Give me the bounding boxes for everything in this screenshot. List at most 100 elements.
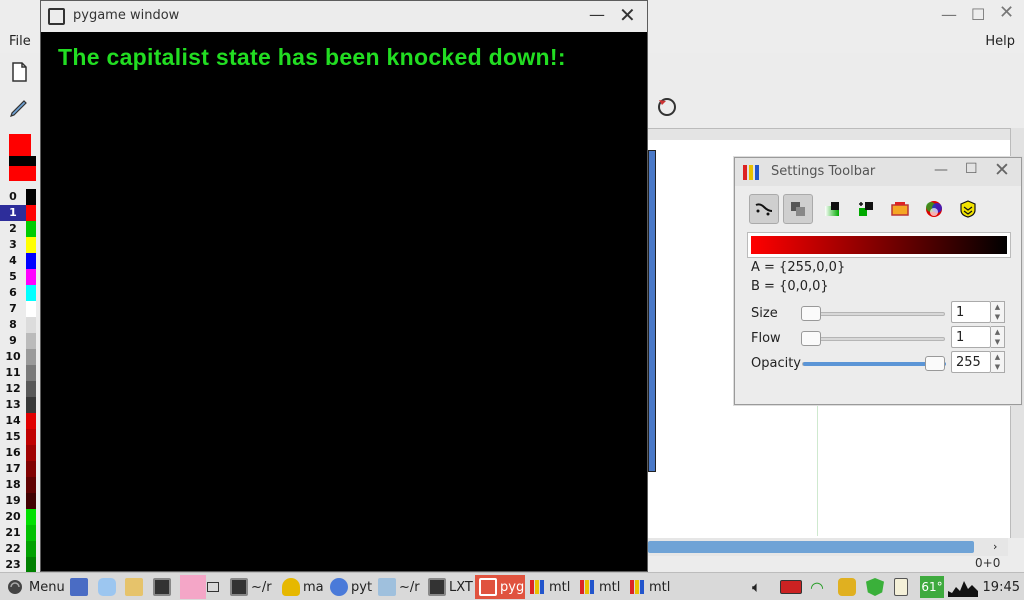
pygame-surface[interactable]: The capitalist state has been knocked do… bbox=[43, 32, 643, 571]
size-spin-arrows[interactable]: ▲ ▼ bbox=[991, 301, 1005, 323]
palette-entry[interactable]: 19 bbox=[0, 493, 38, 509]
palette-swatch[interactable] bbox=[26, 285, 36, 301]
palette-swatch[interactable] bbox=[26, 317, 36, 333]
pygame-window[interactable]: pygame window — ✕ The capitalist state h… bbox=[40, 0, 648, 572]
clipboard-button[interactable] bbox=[894, 575, 911, 599]
color-a-swatch[interactable] bbox=[9, 134, 31, 156]
palette-swatch[interactable] bbox=[26, 413, 36, 429]
paintbrush-icon[interactable] bbox=[7, 96, 31, 120]
palette-entry[interactable]: 17 bbox=[0, 461, 38, 477]
palette-entry[interactable]: 7 bbox=[0, 301, 38, 317]
palette-entry[interactable]: 21 bbox=[0, 525, 38, 541]
palette-entry[interactable]: 13 bbox=[0, 397, 38, 413]
scroll-right-icon[interactable]: › bbox=[993, 540, 997, 553]
palette-swatch[interactable] bbox=[26, 541, 36, 557]
flow-slider[interactable] bbox=[801, 331, 945, 346]
palette-swatch[interactable] bbox=[26, 189, 36, 205]
opacity-spin-arrows[interactable]: ▲ ▼ bbox=[991, 351, 1005, 373]
show-desktop-button[interactable] bbox=[70, 575, 91, 599]
rotate-tool-icon[interactable] bbox=[654, 94, 680, 120]
size-slider-thumb[interactable] bbox=[801, 306, 821, 321]
taskbar-item-ma[interactable]: ma bbox=[282, 575, 324, 599]
flow-spin-arrows[interactable]: ▲ ▼ bbox=[991, 326, 1005, 348]
palette-entry[interactable]: 16 bbox=[0, 445, 38, 461]
palette-entry[interactable]: 5 bbox=[0, 269, 38, 285]
palette-swatch[interactable] bbox=[26, 301, 36, 317]
maximize-icon[interactable]: ☐ bbox=[965, 161, 978, 177]
horizontal-scroll-thumb[interactable] bbox=[648, 541, 974, 553]
pygame-titlebar[interactable]: pygame window — ✕ bbox=[41, 1, 647, 32]
palette-entry[interactable]: 0 bbox=[0, 189, 38, 205]
palette-entry[interactable]: 10 bbox=[0, 349, 38, 365]
opacity-slider-thumb[interactable] bbox=[925, 356, 945, 371]
network-button[interactable]: ◠ bbox=[810, 575, 824, 599]
battery-button[interactable] bbox=[780, 575, 805, 599]
size-spinbox[interactable]: 1 bbox=[951, 301, 991, 323]
palette-entry[interactable]: 3 bbox=[0, 237, 38, 253]
palette-swatch[interactable] bbox=[26, 381, 36, 397]
palette-entry[interactable]: 8 bbox=[0, 317, 38, 333]
palette-entry[interactable]: 20 bbox=[0, 509, 38, 525]
palette-entry[interactable]: 1 bbox=[0, 205, 38, 221]
taskbar-item-lxterminal[interactable]: LXT bbox=[428, 575, 473, 599]
clock[interactable]: 19:45 bbox=[983, 575, 1020, 599]
workspace-2[interactable] bbox=[207, 575, 225, 599]
storage-button[interactable] bbox=[838, 575, 859, 599]
palette-swatch[interactable] bbox=[26, 461, 36, 477]
close-icon[interactable]: ✕ bbox=[999, 2, 1014, 23]
palette-swatch[interactable] bbox=[26, 493, 36, 509]
colour-mode-button[interactable] bbox=[919, 194, 949, 224]
taskbar-item-image[interactable]: ~/r bbox=[378, 575, 420, 599]
security-button[interactable] bbox=[866, 575, 887, 599]
palette-swatch[interactable] bbox=[26, 365, 36, 381]
launcher-terminal[interactable] bbox=[153, 575, 174, 599]
minimize-icon[interactable]: — bbox=[589, 5, 605, 24]
palette-swatch[interactable] bbox=[26, 557, 36, 573]
mask-mode-button[interactable] bbox=[851, 194, 881, 224]
volume-button[interactable]: 🔈︎ bbox=[752, 575, 761, 599]
new-file-icon[interactable] bbox=[7, 60, 31, 84]
continuous-mode-button[interactable] bbox=[749, 194, 779, 224]
taskbar-item-mtpaint-2[interactable]: mtl bbox=[578, 575, 620, 599]
palette-swatch[interactable] bbox=[26, 253, 36, 269]
size-slider[interactable] bbox=[801, 306, 945, 321]
palette-entry[interactable]: 22 bbox=[0, 541, 38, 557]
palette-swatch[interactable] bbox=[26, 333, 36, 349]
launcher-files[interactable] bbox=[125, 575, 146, 599]
settings-titlebar[interactable]: Settings Toolbar — ☐ ✕ bbox=[735, 158, 1021, 186]
palette-entry[interactable]: 2 bbox=[0, 221, 38, 237]
palette-swatch[interactable] bbox=[26, 205, 36, 221]
taskbar-item-python[interactable]: pyt bbox=[330, 575, 372, 599]
palette-entry[interactable]: 12 bbox=[0, 381, 38, 397]
palette-swatch[interactable] bbox=[26, 349, 36, 365]
palette-entry[interactable]: 9 bbox=[0, 333, 38, 349]
settings-toolbar-window[interactable]: Settings Toolbar — ☐ ✕ A = {255,0,0} B =… bbox=[734, 157, 1022, 405]
palette-entry[interactable]: 4 bbox=[0, 253, 38, 269]
menu-help[interactable]: Help bbox=[985, 34, 1015, 49]
palette-swatch[interactable] bbox=[26, 445, 36, 461]
taskbar-item-pygame[interactable]: pyg bbox=[475, 575, 525, 599]
launcher-web[interactable] bbox=[98, 575, 119, 599]
workspace-1[interactable] bbox=[180, 575, 206, 599]
minimize-icon[interactable]: — bbox=[934, 162, 948, 178]
flow-spinbox[interactable]: 1 bbox=[951, 326, 991, 348]
opacity-mode-button[interactable] bbox=[783, 194, 813, 224]
palette-entry[interactable]: 15 bbox=[0, 429, 38, 445]
start-menu-button[interactable]: Menu bbox=[6, 575, 65, 599]
tint-mode-button[interactable] bbox=[885, 194, 915, 224]
palette-swatch[interactable] bbox=[26, 221, 36, 237]
palette-swatch[interactable] bbox=[26, 477, 36, 493]
opacity-spinbox[interactable]: 255 bbox=[951, 351, 991, 373]
taskbar-item-terminal-1[interactable]: ~/r bbox=[230, 575, 272, 599]
palette-entry[interactable]: 6 bbox=[0, 285, 38, 301]
palette-swatch[interactable] bbox=[26, 269, 36, 285]
shield-mode-button[interactable] bbox=[953, 194, 983, 224]
palette-entry[interactable]: 18 bbox=[0, 477, 38, 493]
taskbar-item-mtpaint-1[interactable]: mtl bbox=[528, 575, 570, 599]
palette-swatch[interactable] bbox=[26, 429, 36, 445]
palette-swatch[interactable] bbox=[26, 237, 36, 253]
gradient-mode-button[interactable] bbox=[817, 194, 847, 224]
close-icon[interactable]: ✕ bbox=[619, 3, 636, 27]
palette-entry[interactable]: 11 bbox=[0, 365, 38, 381]
minimize-icon[interactable]: — bbox=[941, 5, 957, 24]
